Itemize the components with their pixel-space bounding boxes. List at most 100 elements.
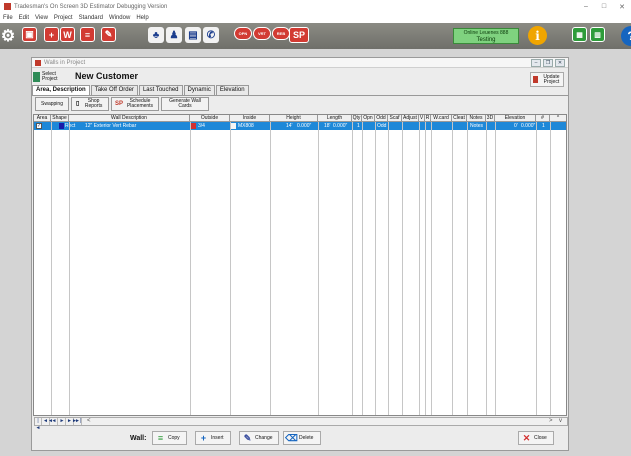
- minimize-button[interactable]: –: [577, 0, 595, 13]
- child-minimize-button[interactable]: –: [531, 59, 541, 67]
- grid-line: [69, 122, 70, 415]
- shop-reports-button[interactable]: ▯ Shop Reports: [71, 97, 109, 111]
- record-navigator: |◄ ◄◄ ◄ ► ►► ►| < > v: [34, 417, 568, 431]
- col-elevation[interactable]: Elevation: [495, 115, 536, 122]
- col-outside[interactable]: Outside: [190, 115, 230, 122]
- copy-label: Copy: [168, 435, 180, 441]
- wall-tool-icon[interactable]: W: [60, 27, 75, 42]
- col-notes[interactable]: Notes: [467, 115, 486, 122]
- schedule-placements-button[interactable]: SP Schedule Placements: [111, 97, 159, 111]
- cell-notes[interactable]: Notes: [469, 122, 484, 130]
- grid-line: [431, 122, 432, 415]
- scroll-down-arrow[interactable]: v: [559, 418, 562, 425]
- col-qty[interactable]: Qty: [352, 115, 362, 122]
- col-shape[interactable]: Shape: [51, 115, 69, 122]
- swapping-button[interactable]: Swapping: [35, 97, 69, 111]
- col-scaf[interactable]: Scaf: [388, 115, 402, 122]
- settings-gear-icon[interactable]: ⚙: [0, 27, 16, 45]
- nav-next-page-button[interactable]: ►►: [67, 418, 77, 425]
- wall-label: Wall:: [130, 435, 147, 442]
- spreadsheet-icon[interactable]: ▦: [572, 27, 587, 42]
- col-number[interactable]: #: [536, 115, 550, 122]
- close-button[interactable]: ✕ Close: [518, 431, 554, 445]
- scroll-left-arrow[interactable]: <: [87, 418, 91, 425]
- col-odd[interactable]: Odd: [375, 115, 388, 122]
- col-inside[interactable]: Inside: [230, 115, 270, 122]
- reb-button[interactable]: REB: [272, 27, 290, 40]
- nav-first-button[interactable]: |◄: [35, 418, 42, 431]
- help-icon[interactable]: ?: [621, 26, 631, 46]
- generate-wall-cards-label: Generate Wall Cards: [169, 98, 201, 109]
- delete-button[interactable]: ⌫ Delete: [283, 431, 321, 445]
- col-adjust[interactable]: Adjust: [402, 115, 419, 122]
- sp-button[interactable]: SP: [289, 27, 309, 43]
- col-length[interactable]: Length: [318, 115, 352, 122]
- tab-last-touched[interactable]: Last Touched: [138, 85, 183, 95]
- grid-line: [402, 122, 403, 415]
- menu-window[interactable]: Window: [109, 15, 130, 21]
- change-button[interactable]: ✎ Change: [239, 431, 279, 445]
- nav-next-button[interactable]: ►: [59, 418, 66, 425]
- grid-line: [452, 122, 453, 415]
- nav-prev-page-button[interactable]: ◄◄: [43, 418, 53, 425]
- col-cleat[interactable]: Cleat: [452, 115, 467, 122]
- col-opn[interactable]: Opn: [362, 115, 375, 122]
- child-restore-button[interactable]: ❐: [543, 59, 553, 67]
- opn-button[interactable]: OPN: [234, 27, 252, 40]
- add-wall-icon[interactable]: +: [44, 27, 59, 42]
- nav-prev-button[interactable]: ◄: [51, 418, 58, 425]
- col-wall-description[interactable]: Wall Description: [69, 115, 190, 122]
- user-icon[interactable]: ♟: [166, 27, 182, 43]
- cell-elevation-in: 0.000": [521, 123, 536, 129]
- menu-edit[interactable]: Edit: [19, 15, 29, 21]
- menu-view[interactable]: View: [35, 15, 48, 21]
- cell-description: 12" Exterior Vert Rebar: [85, 123, 137, 129]
- people-icon[interactable]: ♣: [148, 27, 164, 43]
- delete-icon: ⌫: [285, 432, 298, 443]
- grid-line: [495, 122, 496, 415]
- app-logo-icon: [4, 3, 11, 10]
- copy-button[interactable]: ≡ Copy: [152, 431, 187, 445]
- generate-wall-cards-button[interactable]: Generate Wall Cards: [161, 97, 209, 111]
- menu-file[interactable]: File: [3, 15, 13, 21]
- grid-line: [270, 122, 271, 415]
- truck-icon[interactable]: ≡: [80, 27, 95, 42]
- nav-last-button[interactable]: ►|: [75, 418, 82, 425]
- online-status-box: Online Leuenes 888 Testing: [453, 28, 519, 44]
- scroll-right-arrow[interactable]: >: [549, 418, 553, 425]
- grid-line: [467, 122, 468, 415]
- area-checkbox[interactable]: ✓: [36, 123, 42, 129]
- info-icon[interactable]: i: [528, 26, 547, 45]
- wall-action-bar: Wall: ≡ Copy + Insert ✎ Change ⌫ Delete …: [32, 429, 568, 449]
- cell-odd: Odd: [377, 123, 387, 129]
- tab-take-off-order[interactable]: Take Off Order: [90, 85, 138, 95]
- child-close-button[interactable]: ✕: [555, 59, 565, 67]
- update-project-button[interactable]: Update Project: [530, 72, 564, 87]
- col-wcard[interactable]: W.card: [431, 115, 452, 122]
- maximize-button[interactable]: □: [595, 0, 613, 13]
- brush-icon[interactable]: ✎: [101, 27, 116, 42]
- main-toolbar: ⚙ ▣ + W ≡ ✎ ♣ ♟ ▤ ✆ OPN VRT REB SP Onlin…: [0, 23, 631, 49]
- cell-length-ft: 18': [324, 123, 331, 129]
- inside-color-swatch: [231, 123, 236, 129]
- estimate-tool-icon[interactable]: ▣: [22, 27, 37, 42]
- walls-grid[interactable]: Area Shape Wall Description Outside Insi…: [33, 114, 567, 416]
- phone-icon[interactable]: ✆: [203, 27, 219, 43]
- col-area[interactable]: Area: [34, 115, 51, 122]
- menu-help[interactable]: Help: [136, 15, 148, 21]
- tab-elevation[interactable]: Elevation: [215, 85, 249, 95]
- vrt-button[interactable]: VRT: [253, 27, 271, 40]
- calculator-icon[interactable]: ▥: [590, 27, 605, 42]
- scroll-up-arrow[interactable]: ^: [550, 115, 566, 122]
- close-window-button[interactable]: ✕: [613, 0, 631, 13]
- menu-standard[interactable]: Standard: [79, 15, 103, 21]
- chart-icon[interactable]: ▤: [185, 27, 201, 43]
- col-height[interactable]: Height: [270, 115, 318, 122]
- insert-button[interactable]: + Insert: [195, 431, 231, 445]
- grid-line: [190, 122, 191, 415]
- col-3d[interactable]: 3D: [486, 115, 495, 122]
- select-project-button[interactable]: Select Project: [33, 69, 59, 85]
- menu-project[interactable]: Project: [54, 15, 73, 21]
- tab-dynamic[interactable]: Dynamic: [183, 85, 215, 95]
- cell-number: 1: [542, 123, 545, 129]
